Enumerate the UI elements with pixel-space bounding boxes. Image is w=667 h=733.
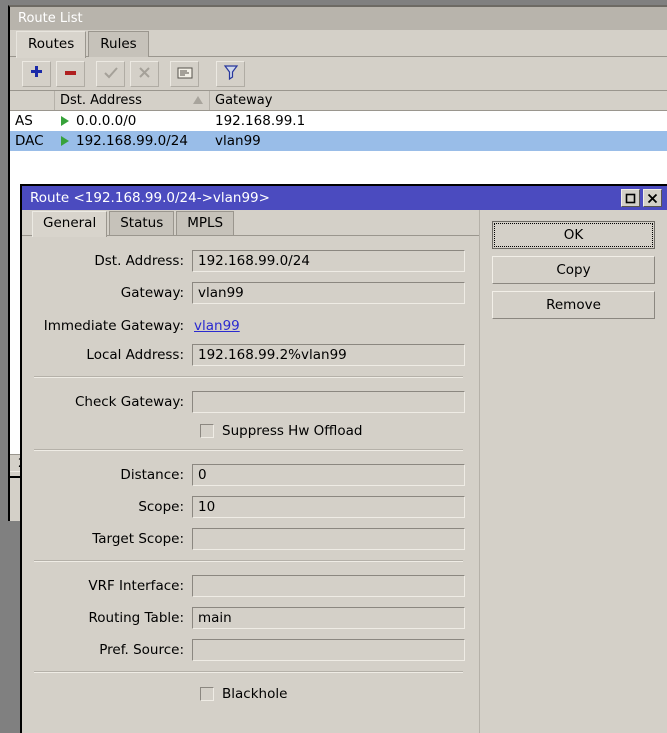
route-dialog: Route <192.168.99.0/24->vlan99> General … — [20, 184, 667, 733]
route-dialog-title: Route <192.168.99.0/24->vlan99> — [30, 190, 270, 206]
immediate-gateway-label: Immediate Gateway: — [43, 318, 184, 334]
plus-icon — [29, 65, 44, 84]
column-header-dst-address[interactable]: Dst. Address — [55, 91, 210, 110]
route-active-icon — [61, 116, 69, 126]
row-dst-address: 0.0.0.0/0 — [55, 113, 210, 129]
immediate-gateway-link[interactable]: vlan99 — [192, 318, 465, 334]
row-dst-address: 192.168.99.0/24 — [55, 133, 210, 149]
ok-button[interactable]: OK — [492, 221, 655, 249]
route-dialog-content: General Status MPLS Dst. Address: 192.16… — [22, 210, 480, 733]
form-divider — [34, 560, 463, 562]
distance-label: Distance: — [120, 467, 184, 483]
tab-status[interactable]: Status — [109, 211, 175, 235]
route-list-toolbar — [10, 57, 667, 90]
field-target-scope: Target Scope: — [32, 528, 465, 550]
field-immediate-gateway: Immediate Gateway: vlan99 — [32, 318, 465, 334]
form-divider — [34, 449, 463, 451]
row-gateway: vlan99 — [215, 133, 261, 149]
field-vrf-interface: VRF Interface: — [32, 575, 465, 597]
route-list-tabbar: Routes Rules — [10, 30, 667, 58]
column-header-flags[interactable] — [10, 91, 55, 110]
close-icon — [647, 189, 658, 208]
sort-ascending-icon — [193, 96, 203, 104]
local-address-label: Local Address: — [86, 347, 184, 363]
vrf-interface-input[interactable] — [192, 575, 465, 597]
desktop-background: Route List Routes Rules Dst. Address Gat… — [0, 0, 667, 733]
field-blackhole[interactable]: Blackhole — [32, 686, 465, 702]
remove-button[interactable]: Remove — [492, 291, 655, 319]
local-address-input[interactable]: 192.168.99.2%vlan99 — [192, 344, 465, 366]
tab-general[interactable]: General — [32, 211, 108, 237]
row-flags: AS — [15, 113, 33, 129]
cross-icon — [137, 65, 152, 84]
field-pref-source: Pref. Source: — [32, 639, 465, 661]
route-table-header: Dst. Address Gateway — [10, 90, 667, 111]
form-divider — [34, 671, 463, 673]
table-row[interactable]: DAC 192.168.99.0/24 vlan99 — [10, 131, 667, 151]
close-button[interactable] — [643, 189, 662, 207]
row-flags: DAC — [15, 133, 44, 149]
form-divider — [34, 376, 463, 378]
dst-address-input[interactable]: 192.168.99.0/24 — [192, 250, 465, 272]
field-check-gateway: Check Gateway: — [32, 391, 465, 413]
disable-button[interactable] — [130, 61, 159, 87]
funnel-icon — [223, 64, 239, 84]
copy-button[interactable]: Copy — [492, 256, 655, 284]
field-dst-address: Dst. Address: 192.168.99.0/24 — [32, 250, 465, 272]
distance-input[interactable]: 0 — [192, 464, 465, 486]
route-active-icon — [61, 136, 69, 146]
route-dialog-tabbar: General Status MPLS — [22, 210, 479, 237]
gateway-input[interactable]: vlan99 — [192, 282, 465, 304]
pref-source-input[interactable] — [192, 639, 465, 661]
remove-button[interactable] — [56, 61, 85, 87]
dst-address-label: Dst. Address: — [94, 253, 184, 269]
scope-input[interactable]: 10 — [192, 496, 465, 518]
window-buttons — [618, 189, 667, 207]
tab-rules[interactable]: Rules — [88, 31, 149, 57]
field-routing-table: Routing Table: main — [32, 607, 465, 629]
minus-icon — [63, 65, 78, 84]
add-button[interactable] — [22, 61, 51, 87]
table-row[interactable]: AS 0.0.0.0/0 192.168.99.1 — [10, 111, 667, 131]
check-gateway-label: Check Gateway: — [74, 394, 184, 410]
tab-routes[interactable]: Routes — [16, 31, 87, 58]
pref-source-label: Pref. Source: — [99, 642, 184, 658]
field-distance: Distance: 0 — [32, 464, 465, 486]
tab-mpls[interactable]: MPLS — [176, 211, 235, 235]
target-scope-label: Target Scope: — [92, 531, 184, 547]
comment-icon — [177, 65, 193, 84]
field-scope: Scope: 10 — [32, 496, 465, 518]
maximize-icon — [625, 189, 636, 208]
suppress-hw-offload-label: Suppress Hw Offload — [222, 423, 363, 439]
enable-button[interactable] — [96, 61, 125, 87]
vrf-interface-label: VRF Interface: — [88, 578, 184, 594]
general-form: Dst. Address: 192.168.99.0/24 Gateway: v… — [22, 236, 479, 702]
check-icon — [103, 65, 119, 84]
blackhole-label: Blackhole — [222, 686, 288, 702]
route-dialog-actions: OK Copy Remove — [480, 210, 667, 733]
route-dialog-titlebar[interactable]: Route <192.168.99.0/24->vlan99> — [22, 186, 667, 210]
field-gateway: Gateway: vlan99 — [32, 282, 465, 304]
check-gateway-input[interactable] — [192, 391, 465, 413]
field-suppress-hw-offload[interactable]: Suppress Hw Offload — [32, 423, 465, 439]
routing-table-label: Routing Table: — [88, 610, 184, 626]
maximize-button[interactable] — [621, 189, 640, 207]
column-header-gateway[interactable]: Gateway — [210, 91, 667, 110]
route-list-titlebar: Route List — [10, 7, 667, 30]
comment-button[interactable] — [170, 61, 199, 87]
route-list-title: Route List — [18, 11, 83, 26]
scope-label: Scope: — [138, 499, 184, 515]
route-dialog-body: General Status MPLS Dst. Address: 192.16… — [22, 210, 667, 733]
filter-button[interactable] — [216, 61, 245, 87]
gateway-label: Gateway: — [120, 285, 184, 301]
field-local-address: Local Address: 192.168.99.2%vlan99 — [32, 344, 465, 366]
blackhole-checkbox[interactable] — [200, 687, 214, 701]
target-scope-input[interactable] — [192, 528, 465, 550]
row-gateway: 192.168.99.1 — [215, 113, 306, 129]
routing-table-input[interactable]: main — [192, 607, 465, 629]
suppress-hw-offload-checkbox[interactable] — [200, 424, 214, 438]
